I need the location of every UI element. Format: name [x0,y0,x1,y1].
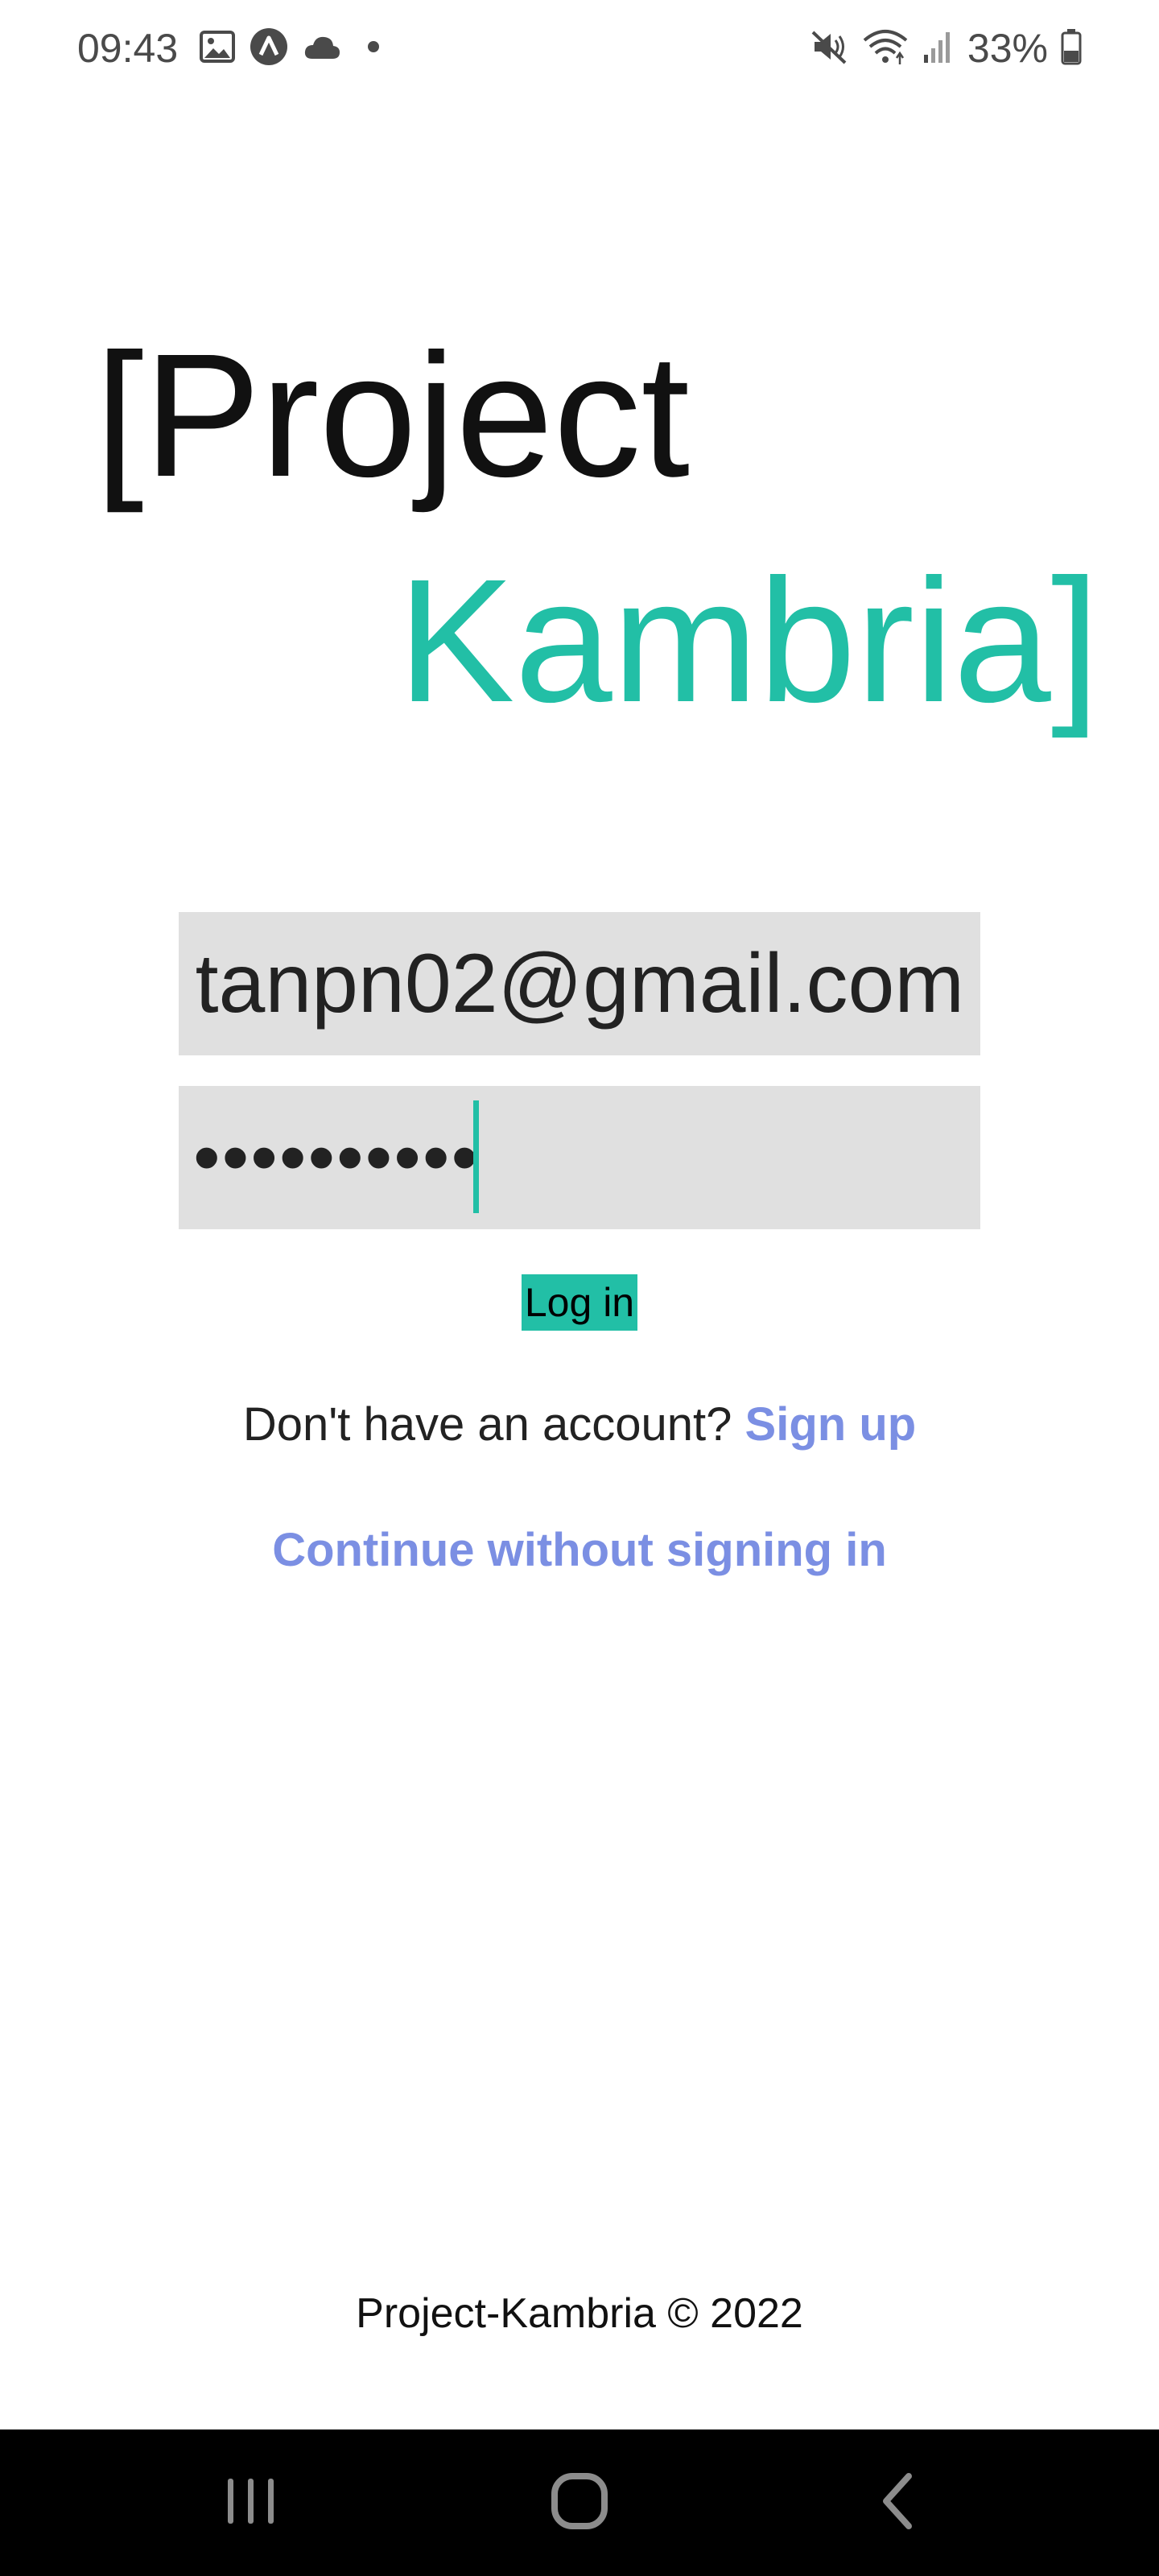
home-icon [550,2471,609,2535]
password-field[interactable]: •••••••••• [179,1086,980,1229]
footer-copyright: Project-Kambria © 2022 [356,2290,803,2337]
back-button[interactable] [818,2429,979,2576]
battery-level: 33% [967,26,1048,71]
signup-prompt: Don't have an account? [242,1398,745,1451]
notification-icons [200,27,388,70]
login-button[interactable]: Log in [522,1274,637,1331]
system-icons: 33% [810,23,1082,74]
app-a-icon [250,27,288,70]
wifi-icon [861,27,909,70]
signal-icon [922,29,955,68]
battery-icon [1061,28,1082,69]
signup-row: Don't have an account? Sign up [0,1393,1159,1457]
email-field[interactable]: tanpn02@gmail.com [179,912,980,1055]
cloud-icon [303,33,341,64]
navigation-bar [0,2429,1159,2576]
status-time: 09:43 [77,26,179,71]
dot-icon [356,39,388,59]
status-bar: 09:43 33% [0,0,1159,97]
login-screen: 09:43 33% [Project Kambria] tanpn02@gmai… [0,0,1159,2576]
home-button[interactable] [499,2429,660,2576]
back-icon [878,2471,918,2535]
signup-link[interactable]: Sign up [745,1398,917,1451]
text-cursor [473,1100,479,1213]
logo-title-line-1: [Project [95,318,691,514]
recents-button[interactable] [171,2429,332,2576]
password-value: •••••••••• [193,1114,481,1200]
continue-without-signing-in-link[interactable]: Continue without signing in [0,1518,1159,1583]
email-value: tanpn02@gmail.com [195,937,964,1030]
recents-icon [223,2475,279,2531]
mute-icon [810,27,848,70]
gallery-icon [200,30,235,67]
logo-title-line-2: Kambria] [398,543,1100,739]
